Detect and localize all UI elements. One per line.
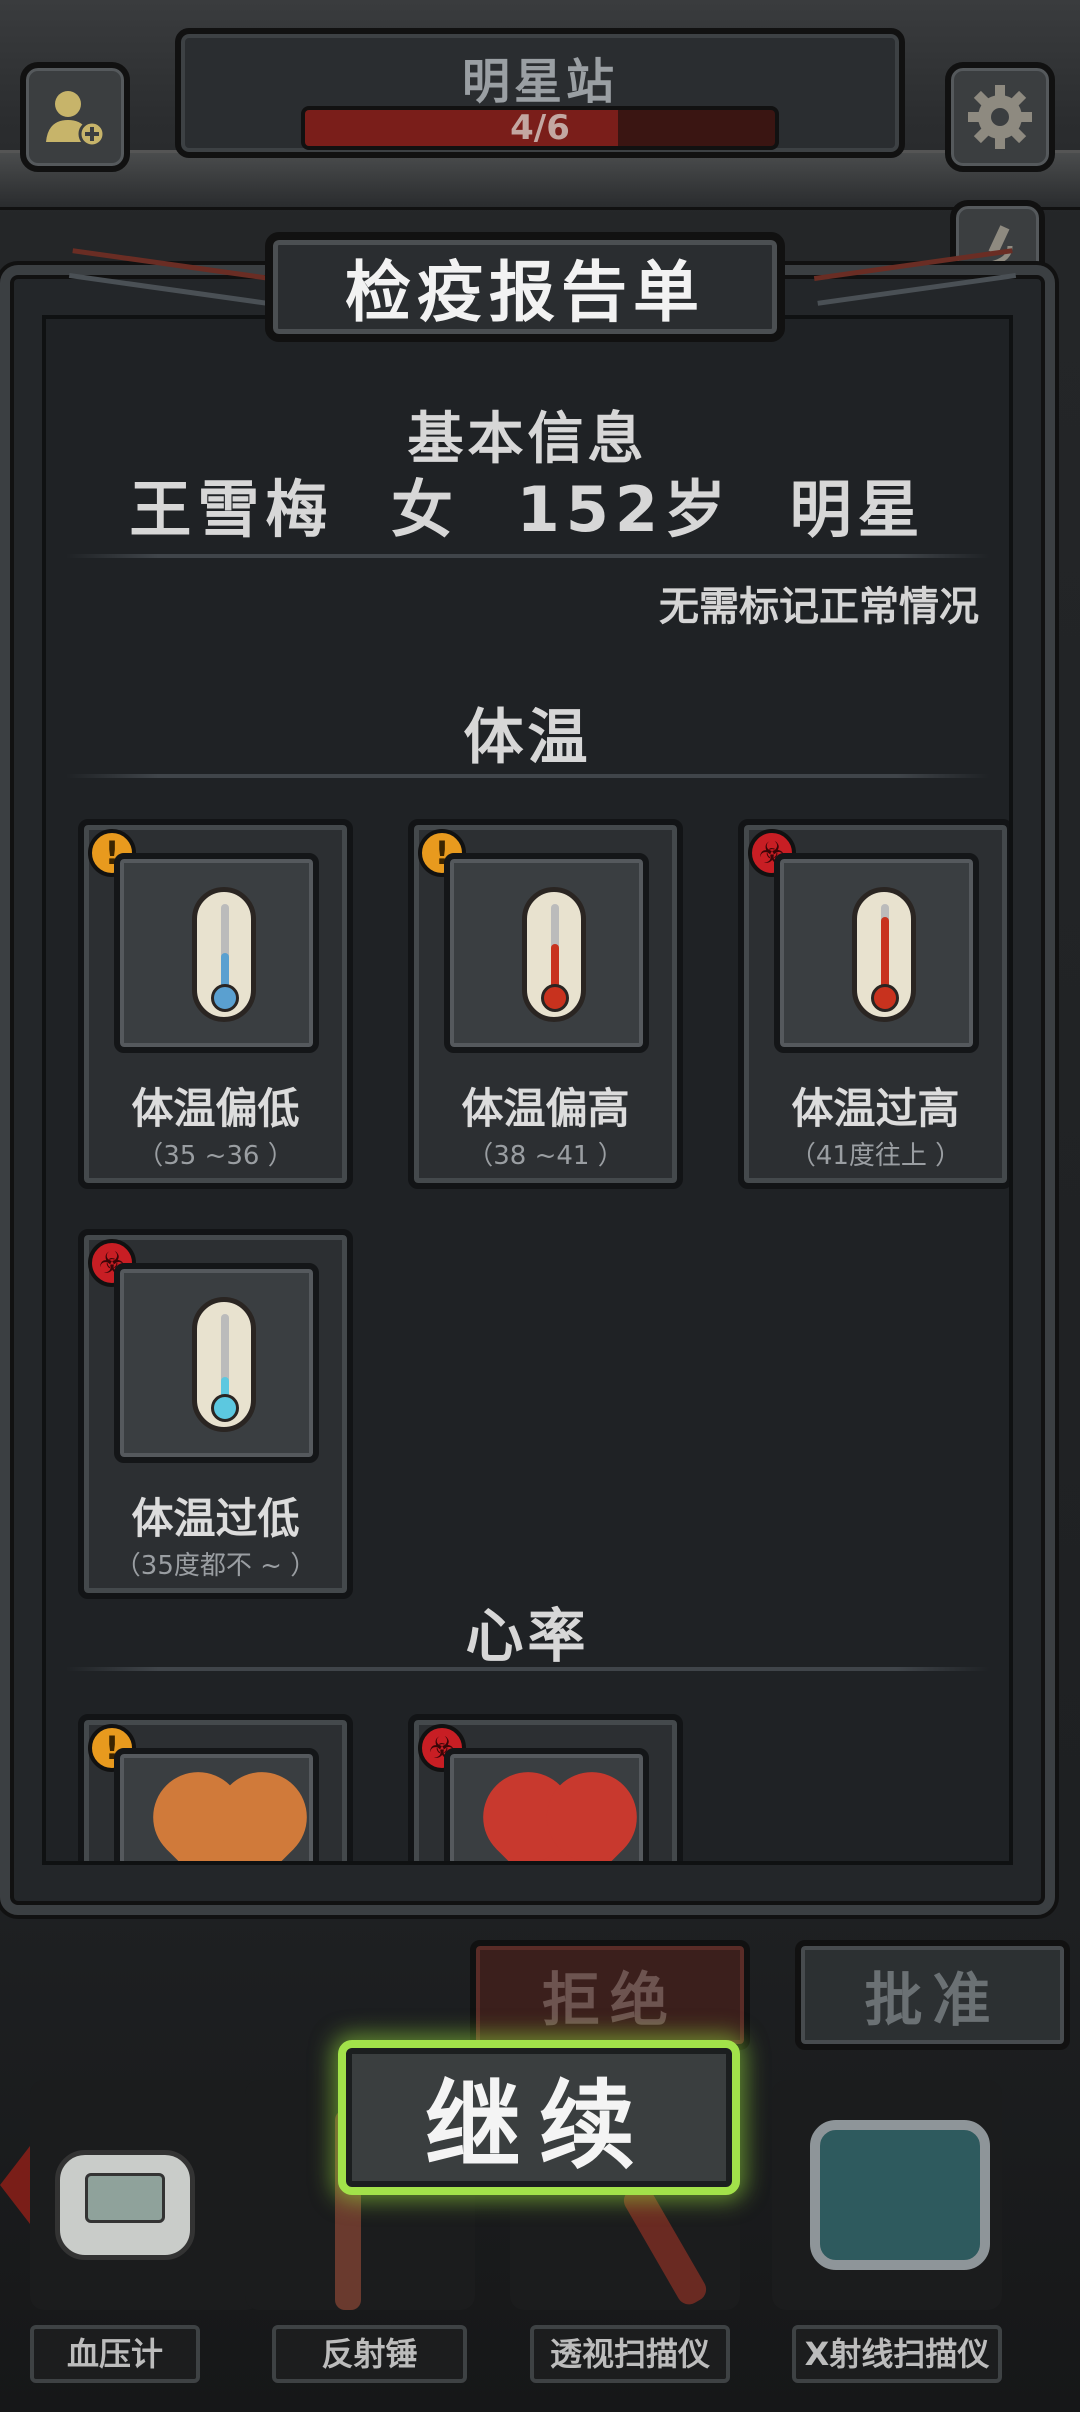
tool-label-blood-pressure: 血压计	[30, 2325, 200, 2383]
settings-button[interactable]	[945, 62, 1055, 172]
card-image-slot	[114, 853, 319, 1053]
heart-icon	[496, 1785, 624, 1861]
heart-card-danger[interactable]: ☣	[408, 1714, 683, 1861]
xray-scanner-icon	[810, 2120, 990, 2270]
temperature-heading: 体温	[463, 703, 592, 773]
thermometer-icon	[192, 1297, 256, 1432]
thermometer-icon	[852, 887, 916, 1022]
person-type: 明星	[789, 473, 926, 546]
card-title: 体温过高	[791, 1084, 960, 1133]
divider	[66, 554, 989, 558]
station-progress-bar: 4/6	[301, 106, 779, 150]
card-image-slot	[444, 853, 649, 1053]
heart-card-warning[interactable]: !	[78, 1714, 353, 1861]
card-title: 体温偏高	[461, 1084, 630, 1133]
quarantine-report-panel: 基本信息 王雪梅 女 152岁 明星 无需标记正常情况 体温 ! 体温偏低 （3…	[0, 265, 1055, 1915]
card-range: （35度都不 ~ ）	[114, 1551, 317, 1581]
continue-button[interactable]: 继续	[338, 2040, 740, 2195]
temp-card-very-low[interactable]: ☣ 体温过低 （35度都不 ~ ）	[78, 1229, 353, 1599]
blood-pressure-monitor-icon	[55, 2150, 195, 2260]
tool-label-xray: X射线扫描仪	[792, 2325, 1002, 2383]
heart-icon	[166, 1785, 294, 1861]
add-user-icon	[46, 91, 106, 148]
card-title: 体温偏低	[131, 1084, 300, 1133]
card-range: （38 ~41 ）	[467, 1141, 624, 1171]
report-scroll-area[interactable]: 基本信息 王雪梅 女 152岁 明星 无需标记正常情况 体温 ! 体温偏低 （3…	[42, 315, 1013, 1865]
background-pipe	[0, 150, 1080, 210]
thermometer-icon	[522, 887, 586, 1022]
station-header: 明星站 4/6	[175, 28, 905, 158]
temp-card-very-high[interactable]: ☣ 体温过高 （41度往上 ）	[738, 819, 1009, 1189]
card-title: 体温过低	[131, 1494, 300, 1543]
card-range: （35 ~36 ）	[137, 1141, 294, 1171]
gear-icon	[968, 85, 1032, 149]
card-image-slot	[114, 1263, 319, 1463]
person-age: 152岁	[516, 473, 733, 546]
card-image-slot	[774, 853, 979, 1053]
progress-text: 4/6	[510, 108, 570, 148]
person-gender: 女	[390, 473, 459, 546]
card-range: （41度往上 ）	[789, 1141, 962, 1171]
basic-info-line: 王雪梅 女 152岁 明星	[46, 459, 1009, 549]
thermometer-icon	[192, 887, 256, 1022]
add-user-button[interactable]	[20, 62, 130, 172]
report-title-plate: 检疫报告单	[265, 232, 785, 342]
person-name: 王雪梅	[129, 473, 334, 546]
divider	[66, 774, 989, 778]
report-title: 检疫报告单	[345, 254, 705, 331]
heart-rate-heading: 心率	[465, 1602, 590, 1670]
station-name: 明星站	[461, 54, 618, 110]
divider	[66, 1667, 989, 1671]
tool-label-reflex-hammer: 反射锤	[272, 2325, 467, 2383]
reject-button[interactable]: 拒绝	[470, 1940, 750, 2050]
report-note: 无需标记正常情况	[659, 584, 979, 630]
tool-label-scanner: 透视扫描仪	[530, 2325, 730, 2383]
card-image-slot	[444, 1748, 649, 1861]
temp-card-high[interactable]: ! 体温偏高 （38 ~41 ）	[408, 819, 683, 1189]
temp-card-low[interactable]: ! 体温偏低 （35 ~36 ）	[78, 819, 353, 1189]
approve-button[interactable]: 批准	[795, 1940, 1070, 2050]
card-image-slot	[114, 1748, 319, 1861]
